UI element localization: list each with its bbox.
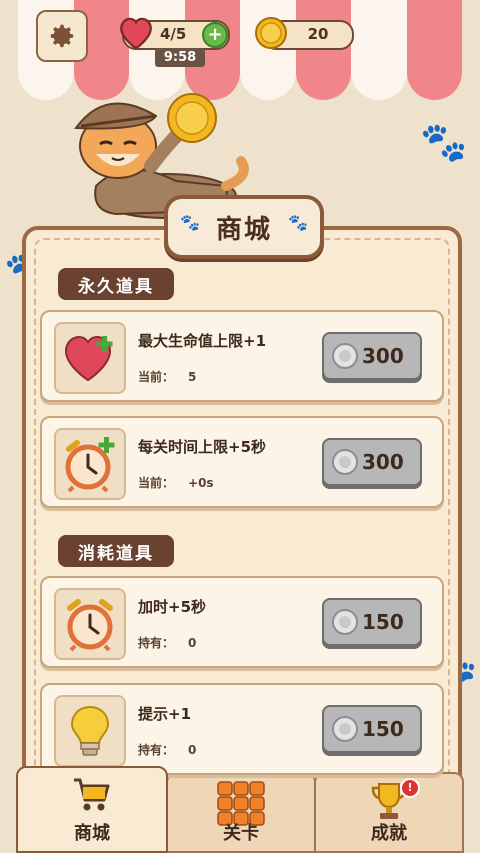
notification-badge: ! [400, 778, 420, 798]
shop-item-card: 加时+5秒 持有： 0 150 [40, 576, 444, 668]
tab-levels[interactable]: 关卡 [166, 772, 316, 853]
lightbulb-icon [70, 705, 110, 756]
item-price: 300 [362, 450, 404, 474]
shopping-cart-icon [74, 778, 110, 811]
paw-decoration-icon: 🐾 [420, 120, 468, 164]
buy-extra-time-button[interactable]: 150 [322, 598, 422, 646]
section-label-consumable: 消耗道具 [58, 535, 174, 567]
page-title-plaque: 🐾 商城 🐾 [164, 195, 324, 259]
section-label-permanent: 永久道具 [58, 268, 174, 300]
heart-plus-icon [64, 335, 113, 382]
tab-shop[interactable]: 商城 [16, 766, 168, 853]
lives-refill-timer: 9:58 [155, 48, 205, 67]
item-name: 每关时间上限+5秒 [138, 438, 267, 456]
lives-value: 4/5 [160, 25, 187, 43]
buy-hint-button[interactable]: 150 [322, 705, 422, 753]
item-icon-box [54, 695, 126, 767]
page-title: 商城 [215, 214, 272, 245]
paw-icon: 🐾 [288, 213, 308, 232]
item-icon-box [54, 322, 126, 394]
paw-icon: 🐾 [180, 213, 200, 232]
shop-item-card: 提示+1 持有： 0 150 [40, 683, 444, 775]
item-status: 持有： 0 [138, 636, 197, 650]
item-status: 持有： 0 [138, 743, 197, 757]
tab-label: 商城 [74, 823, 110, 844]
buy-time-limit-button[interactable]: 300 [322, 438, 422, 486]
shop-item-card: 每关时间上限+5秒 当前： +0s 300 [40, 416, 444, 508]
tab-label: 成就 [371, 823, 407, 844]
coin-icon [255, 17, 287, 49]
silver-coin-icon [332, 449, 358, 475]
item-status: 当前： +0s [138, 476, 214, 490]
item-price: 150 [362, 717, 404, 741]
silver-coin-icon [332, 716, 358, 742]
gear-icon [50, 24, 74, 48]
alarm-clock-icon [67, 599, 113, 652]
buy-max-life-button[interactable]: 300 [322, 332, 422, 380]
silver-coin-icon [332, 343, 358, 369]
shop-item-card: 最大生命值上限+1 当前： 5 300 [40, 310, 444, 402]
item-price: 300 [362, 344, 404, 368]
alarm-clock-plus-icon [65, 437, 115, 493]
item-name: 提示+1 [138, 705, 192, 723]
item-name: 最大生命值上限+1 [138, 332, 267, 350]
add-lives-button[interactable]: + [202, 22, 228, 48]
coin-value: 20 [307, 25, 329, 43]
item-icon-box [54, 428, 126, 500]
bottom-navigation: 商城 关卡 ! 成就 [16, 766, 464, 853]
item-status: 当前： 5 [138, 370, 197, 384]
item-icon-box [54, 588, 126, 660]
settings-button[interactable] [36, 10, 88, 62]
heart-icon [120, 17, 152, 50]
item-price: 150 [362, 610, 404, 634]
tab-label: 关卡 [223, 823, 259, 844]
item-name: 加时+5秒 [138, 598, 207, 616]
silver-coin-icon [332, 609, 358, 635]
tab-achievements[interactable]: ! 成就 [314, 772, 464, 853]
